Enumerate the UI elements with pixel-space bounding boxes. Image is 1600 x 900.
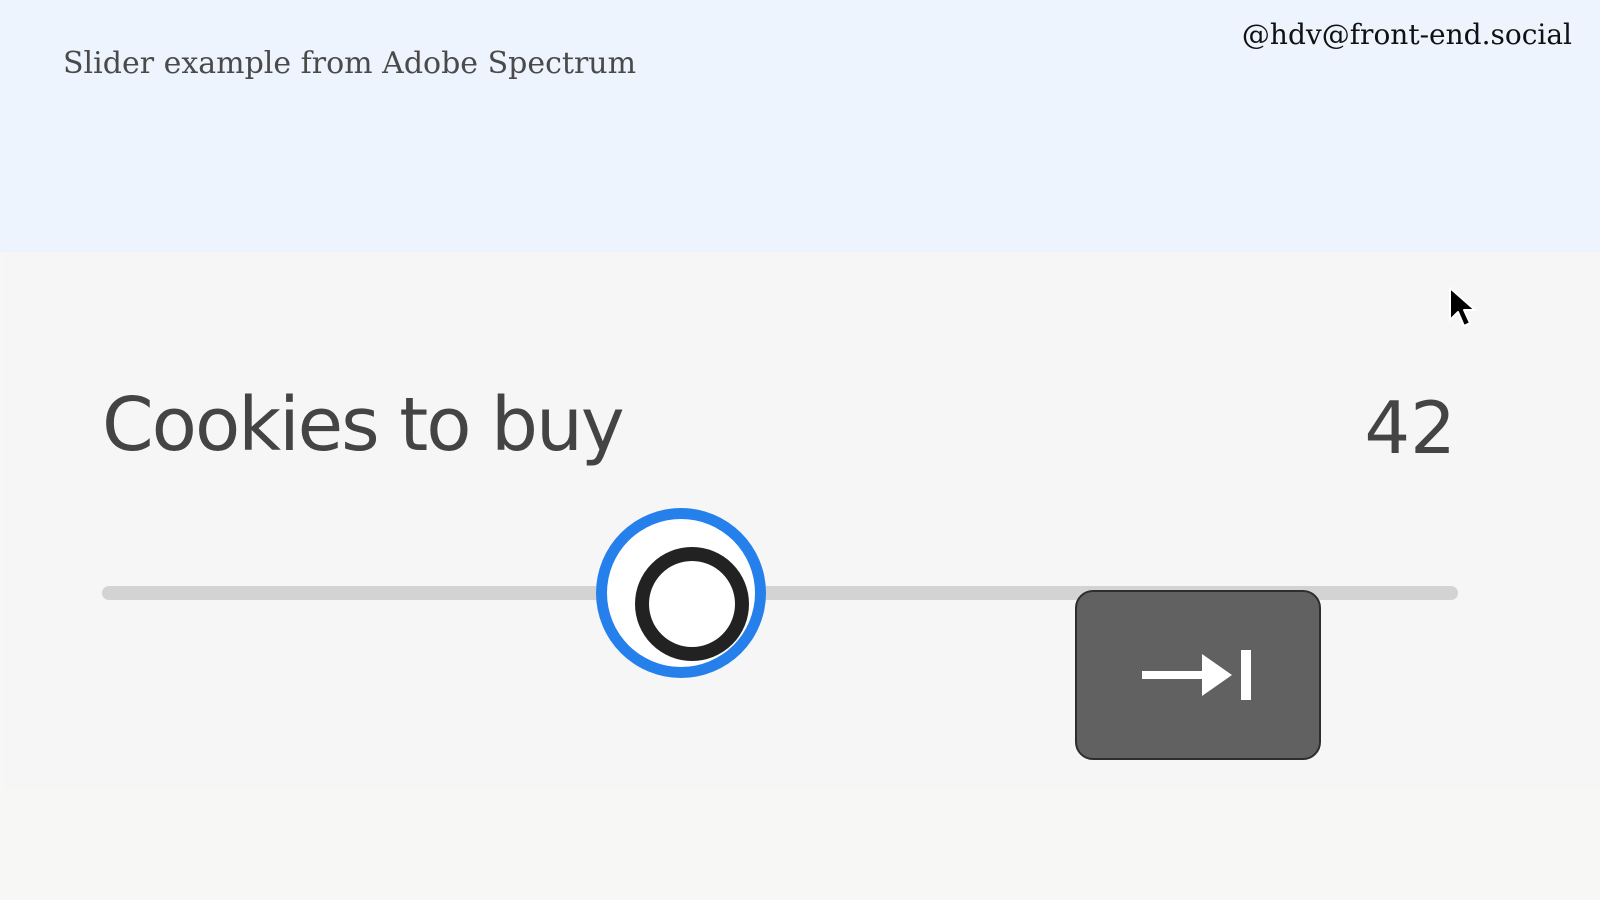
slider-thumb-focus-ring[interactable] — [596, 508, 766, 678]
slider-thumb[interactable] — [635, 547, 749, 661]
tab-key-overlay — [1075, 590, 1321, 760]
slide-header: Slider example from Adobe Spectrum @hdv@… — [0, 0, 1600, 252]
mouse-pointer-icon — [1449, 287, 1476, 327]
demo-frame — [4, 252, 1600, 790]
slide-title: Slider example from Adobe Spectrum — [63, 46, 637, 81]
slider-thumb-gap — [607, 519, 755, 667]
slider-value: 42 — [1364, 386, 1456, 470]
author-handle: @hdv@front-end.social — [1241, 18, 1572, 51]
tab-key-icon — [1142, 650, 1251, 700]
slider-label: Cookies to buy — [102, 382, 625, 468]
slide: Slider example from Adobe Spectrum @hdv@… — [0, 0, 1600, 900]
slide-footer — [0, 790, 1600, 900]
